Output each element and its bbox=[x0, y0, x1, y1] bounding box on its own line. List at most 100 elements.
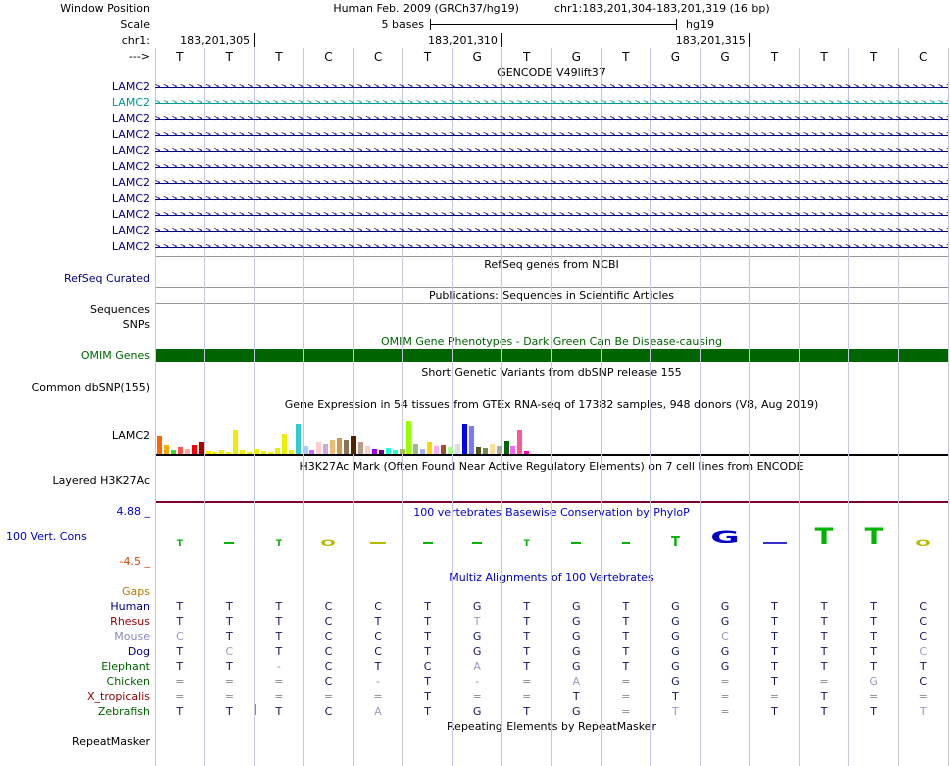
gtex-bar[interactable] bbox=[267, 452, 273, 454]
gtex-bar[interactable] bbox=[344, 440, 350, 454]
gtex-bar[interactable] bbox=[184, 449, 190, 454]
gaps-label[interactable]: Gaps bbox=[0, 585, 150, 598]
conservation-letter[interactable]: T bbox=[518, 540, 536, 549]
gtex-bar[interactable] bbox=[247, 452, 253, 454]
gtex-bar[interactable] bbox=[163, 445, 169, 454]
transcript-arrows[interactable]: >>>>>>>>>>>>>>>>>>>>>>>>>>>>>>>>>>>>>>>>… bbox=[155, 161, 948, 173]
gencode-transcript-label[interactable]: LAMC2 bbox=[0, 128, 150, 141]
gencode-transcript-label[interactable]: LAMC2 bbox=[0, 208, 150, 221]
gtex-bar[interactable] bbox=[302, 446, 308, 454]
gtex-bar[interactable] bbox=[454, 444, 460, 454]
conservation-mark[interactable] bbox=[762, 542, 787, 544]
gtex-bar[interactable] bbox=[295, 424, 301, 454]
conservation-track-label[interactable]: 100 Vert. Cons bbox=[6, 530, 87, 543]
gtex-bar[interactable] bbox=[177, 447, 183, 454]
omim-genes-label[interactable]: OMIM Genes bbox=[0, 349, 150, 362]
conservation-letter[interactable]: O bbox=[310, 539, 346, 548]
transcript-arrows[interactable]: >>>>>>>>>>>>>>>>>>>>>>>>>>>>>>>>>>>>>>>>… bbox=[155, 225, 948, 237]
gtex-bar[interactable] bbox=[240, 450, 246, 454]
gtex-bar[interactable] bbox=[316, 442, 322, 454]
gtex-bar[interactable] bbox=[323, 444, 329, 454]
gtex-bar[interactable] bbox=[517, 430, 523, 454]
gtex-bar[interactable] bbox=[441, 445, 447, 454]
conservation-letter[interactable]: T bbox=[846, 527, 901, 549]
snps-label[interactable]: SNPs bbox=[0, 318, 150, 331]
conservation-mark[interactable] bbox=[224, 542, 235, 544]
conservation-letter[interactable]: T bbox=[797, 527, 852, 549]
conservation-letter[interactable]: T bbox=[171, 540, 189, 549]
transcript-arrows[interactable]: >>>>>>>>>>>>>>>>>>>>>>>>>>>>>>>>>>>>>>>>… bbox=[155, 177, 948, 189]
transcript-arrows[interactable]: >>>>>>>>>>>>>>>>>>>>>>>>>>>>>>>>>>>>>>>>… bbox=[155, 145, 948, 157]
gencode-transcript-label[interactable]: LAMC2 bbox=[0, 240, 150, 253]
refseq-curated-label[interactable]: RefSeq Curated bbox=[0, 272, 150, 285]
gtex-bar[interactable] bbox=[254, 449, 260, 454]
gtex-bar[interactable] bbox=[191, 445, 197, 454]
species-label-zebrafish[interactable]: Zebrafish bbox=[0, 705, 150, 718]
gtex-bar[interactable] bbox=[503, 441, 509, 454]
gtex-bar[interactable] bbox=[288, 450, 294, 454]
transcript-arrows[interactable]: >>>>>>>>>>>>>>>>>>>>>>>>>>>>>>>>>>>>>>>>… bbox=[155, 241, 948, 253]
gtex-bar[interactable] bbox=[371, 449, 377, 454]
gtex-bar[interactable] bbox=[461, 424, 467, 454]
transcript-arrows[interactable]: >>>>>>>>>>>>>>>>>>>>>>>>>>>>>>>>>>>>>>>>… bbox=[155, 113, 948, 125]
conservation-mark[interactable] bbox=[472, 542, 483, 544]
gencode-transcript-label[interactable]: LAMC2 bbox=[0, 96, 150, 109]
gtex-bar[interactable] bbox=[309, 450, 315, 454]
gencode-transcript-label[interactable]: LAMC2 bbox=[0, 112, 150, 125]
species-label-human[interactable]: Human bbox=[0, 600, 150, 613]
transcript-arrows[interactable]: >>>>>>>>>>>>>>>>>>>>>>>>>>>>>>>>>>>>>>>>… bbox=[155, 193, 948, 205]
conservation-mark[interactable] bbox=[422, 542, 433, 544]
gtex-bar[interactable] bbox=[475, 447, 481, 454]
conservation-letter[interactable]: T bbox=[662, 536, 688, 549]
gtex-bar[interactable] bbox=[448, 447, 454, 454]
transcript-arrows[interactable]: >>>>>>>>>>>>>>>>>>>>>>>>>>>>>>>>>>>>>>>>… bbox=[155, 129, 948, 141]
gtex-bar[interactable] bbox=[392, 450, 398, 454]
gtex-bar[interactable] bbox=[219, 450, 225, 454]
conservation-letter[interactable]: O bbox=[905, 539, 941, 548]
species-label-rhesus[interactable]: Rhesus bbox=[0, 615, 150, 628]
gtex-bar[interactable] bbox=[434, 446, 440, 454]
conservation-letter[interactable]: T bbox=[270, 540, 288, 549]
conservation-mark[interactable] bbox=[571, 542, 582, 544]
gtex-bar[interactable] bbox=[205, 451, 211, 454]
dbsnp-label[interactable]: Common dbSNP(155) bbox=[0, 381, 150, 394]
gtex-bar[interactable] bbox=[330, 440, 336, 454]
gtex-bar[interactable] bbox=[233, 430, 239, 454]
gtex-bar[interactable] bbox=[482, 448, 488, 454]
conservation-mark[interactable] bbox=[370, 542, 387, 544]
gtex-bar[interactable] bbox=[170, 450, 176, 454]
gtex-bar[interactable] bbox=[524, 451, 530, 454]
gtex-bar[interactable] bbox=[468, 426, 474, 454]
gtex-bar[interactable] bbox=[274, 448, 280, 454]
gtex-bar[interactable] bbox=[357, 442, 363, 454]
gtex-bar[interactable] bbox=[337, 438, 343, 454]
gtex-bar[interactable] bbox=[157, 436, 162, 454]
gencode-transcript-label[interactable]: LAMC2 bbox=[0, 160, 150, 173]
gtex-bar[interactable] bbox=[489, 444, 495, 454]
species-label-elephant[interactable]: Elephant bbox=[0, 660, 150, 673]
gtex-bar[interactable] bbox=[351, 436, 357, 454]
gtex-bar[interactable] bbox=[496, 446, 502, 454]
gencode-transcript-label[interactable]: LAMC2 bbox=[0, 80, 150, 93]
gencode-transcript-label[interactable]: LAMC2 bbox=[0, 176, 150, 189]
species-label-dog[interactable]: Dog bbox=[0, 645, 150, 658]
gencode-transcript-label[interactable]: LAMC2 bbox=[0, 224, 150, 237]
h3k27ac-label[interactable]: Layered H3K27Ac bbox=[0, 474, 150, 487]
gtex-bar[interactable] bbox=[510, 446, 516, 454]
gtex-gene-label[interactable]: LAMC2 bbox=[0, 429, 150, 442]
gtex-bar[interactable] bbox=[413, 444, 419, 454]
species-label-mouse[interactable]: Mouse bbox=[0, 630, 150, 643]
gtex-bar[interactable] bbox=[212, 452, 218, 454]
gtex-bar[interactable] bbox=[364, 446, 370, 454]
conservation-mark[interactable] bbox=[621, 542, 630, 544]
transcript-arrows[interactable]: >>>>>>>>>>>>>>>>>>>>>>>>>>>>>>>>>>>>>>>>… bbox=[155, 209, 948, 221]
gtex-bar[interactable] bbox=[198, 442, 204, 454]
transcript-arrows[interactable]: >>>>>>>>>>>>>>>>>>>>>>>>>>>>>>>>>>>>>>>>… bbox=[155, 97, 948, 109]
gtex-bar[interactable] bbox=[226, 452, 232, 454]
gtex-bar[interactable] bbox=[281, 434, 287, 454]
gtex-bar[interactable] bbox=[420, 449, 426, 454]
transcript-arrows[interactable]: >>>>>>>>>>>>>>>>>>>>>>>>>>>>>>>>>>>>>>>>… bbox=[155, 81, 948, 93]
species-label-chicken[interactable]: Chicken bbox=[0, 675, 150, 688]
gencode-transcript-label[interactable]: LAMC2 bbox=[0, 144, 150, 157]
gtex-bar[interactable] bbox=[399, 449, 405, 454]
